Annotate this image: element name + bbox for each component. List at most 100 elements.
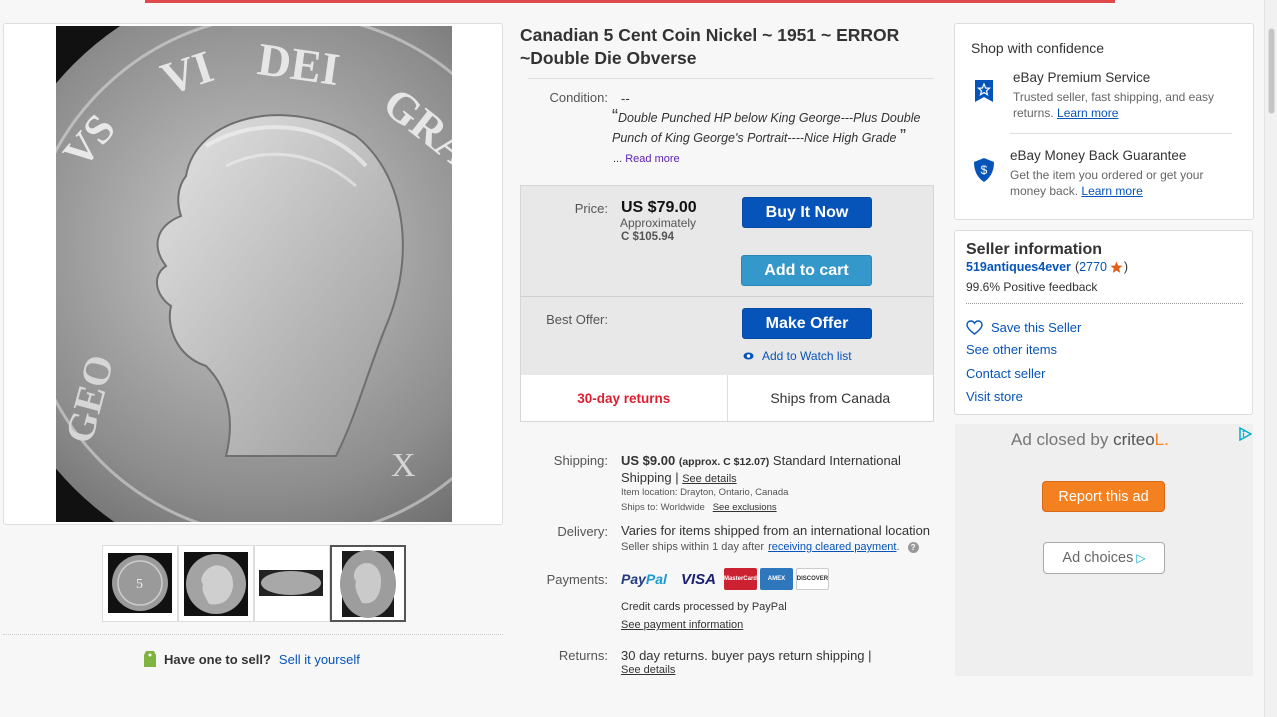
star-icon [1110,261,1123,273]
premium-service-desc: Trusted seller, fast shipping, and easy … [1013,89,1238,121]
approx-label: Approximately [620,216,697,230]
read-more-link[interactable]: Read more [625,153,679,165]
returns-badge: 30-day returns [521,375,728,421]
seller-feedback: 99.6% Positive feedback [966,280,1098,294]
premium-service-title: eBay Premium Service [1013,70,1151,85]
title-divider [528,78,934,79]
shield-star-icon [975,80,993,102]
shipping-approx: (approx. C $12.07) [678,456,770,468]
ships-to-row: Ships to: Worldwide See exclusions [621,502,777,513]
left-divider [3,634,503,635]
ad-choices-icon: ▷ [1136,551,1146,565]
money-back-learn-more-link[interactable]: Learn more [1081,184,1142,198]
delivery-sub-end: . [896,541,900,553]
buybox-divider [521,296,933,297]
sell-it-yourself-link[interactable]: Sell it yourself [279,652,360,667]
returns-shipping-bar: 30-day returns Ships from Canada [521,375,933,421]
heart-icon [966,320,983,335]
thumbnail-3[interactable] [254,545,330,622]
shipping-label: Shipping: [553,453,608,468]
returns-label: Returns: [558,648,608,663]
shipping-see-details-link[interactable]: See details [682,473,736,485]
help-icon[interactable]: ? [907,541,919,553]
returns-see-details-link[interactable]: See details [621,664,675,676]
converted-price: C $105.94 [621,231,675,243]
payments-label: Payments: [546,572,608,587]
confidence-title: Shop with confidence [971,40,1105,56]
report-ad-button[interactable]: Report this ad [1042,481,1165,512]
buy-it-now-button[interactable]: Buy It Now [742,197,872,228]
condition-label: Condition: [549,90,608,105]
svg-text:X: X [391,447,416,484]
paypal-logo: PayPal [621,571,667,587]
description-text: Double Punched HP below King George---Pl… [612,111,921,145]
thumbnail-2[interactable] [178,545,254,622]
ad-closed-notice: Ad closed by criteoL. [1011,430,1169,450]
see-exclusions-link[interactable]: See exclusions [713,502,777,513]
see-other-items-link[interactable]: See other items [966,342,1057,357]
criteo-logo: criteo [1113,430,1155,449]
coin-main-image[interactable]: VS VI DEI GRA GEO X [56,26,452,522]
mastercard-logo: MasterCard [723,568,757,590]
ships-to: Ships to: Worldwide [621,502,705,513]
cleared-payment-link[interactable]: receiving cleared payment [768,541,896,553]
eye-icon [743,352,754,360]
make-offer-button[interactable]: Make Offer [742,308,872,339]
best-offer-label: Best Offer: [546,312,608,327]
sell-prompt: Have one to sell? Sell it yourself [143,650,360,668]
add-to-watchlist-link[interactable]: Add to Watch list [743,349,852,363]
item-title: Canadian 5 Cent Coin Nickel ~ 1951 ~ ERR… [520,25,900,68]
item-location: Item location: Drayton, Ontario, Canada [621,487,789,498]
delivery-sub: Seller ships within 1 day after receivin… [621,541,919,553]
delivery-sub-text: Seller ships within 1 day after [621,541,765,553]
save-seller-link[interactable]: Save this Seller [966,320,1081,335]
visa-logo: VISA [680,570,716,588]
score-close-paren: ) [1123,260,1129,274]
shield-dollar-icon: $ [974,158,994,182]
close-quote-mark: ” [899,126,906,146]
paypal-logo-a: Pay [621,571,646,587]
ellipsis: ... [613,153,623,165]
payment-note: Credit cards processed by PayPal [621,601,787,613]
ad-closed-text: Ad closed by [1011,430,1109,449]
seller-divider [966,303,1243,304]
tag-icon [144,651,156,667]
payment-logos: PayPal VISA MasterCard AMEX DISCOVER [621,568,829,590]
shipping-value: US $9.00 (approx. C $12.07) Standard Int… [621,453,936,487]
returns-value: 30 day returns. buyer pays return shippi… [621,648,872,663]
payment-info-link[interactable]: See payment information [621,619,743,631]
visit-store-link[interactable]: Visit store [966,389,1023,404]
confidence-divider [1010,133,1232,134]
ad-choices-button[interactable]: Ad choices ▷ [1043,542,1165,574]
seller-description: “Double Punched HP below King George---P… [612,107,942,148]
price-label: Price: [574,201,608,216]
seller-username-link[interactable]: 519antiques4ever [966,260,1071,274]
watchlist-label[interactable]: Add to Watch list [762,349,852,363]
paypal-logo-b: Pal [645,571,667,587]
money-back-title: eBay Money Back Guarantee [1010,148,1187,163]
seller-name-row: 519antiques4ever ( 2770 ) [966,260,1128,274]
delivery-value: Varies for items shipped from an interna… [621,523,931,538]
shipping-cost: US $9.00 [621,453,676,468]
seller-score-link[interactable]: 2770 [1079,260,1107,274]
thumbnail-4-selected[interactable] [330,545,406,622]
price-value: US $79.00 [621,199,697,216]
delivery-label: Delivery: [557,524,608,539]
premium-learn-more-link[interactable]: Learn more [1057,106,1118,120]
scrollbar-thumb[interactable] [1268,28,1275,114]
thumbnail-1[interactable]: 5 [102,545,178,622]
discover-logo: DISCOVER [795,568,829,590]
ad-info-icon[interactable] [1238,427,1252,441]
contact-seller-link[interactable]: Contact seller [966,366,1045,381]
page-scrollbar[interactable] [1264,0,1277,717]
readmore-row: ... Read more [613,153,680,165]
amex-logo: AMEX [759,568,793,590]
top-accent-bar [145,0,1115,3]
sell-question: Have one to sell? [164,651,271,667]
add-to-cart-button[interactable]: Add to cart [741,255,872,286]
seller-info-title: Seller information [966,241,1103,258]
thumbnail-strip: 5 [102,545,406,622]
svg-text:$: $ [981,163,988,177]
main-image-frame[interactable]: VS VI DEI GRA GEO X [3,23,503,525]
save-seller-label[interactable]: Save this Seller [991,320,1081,335]
